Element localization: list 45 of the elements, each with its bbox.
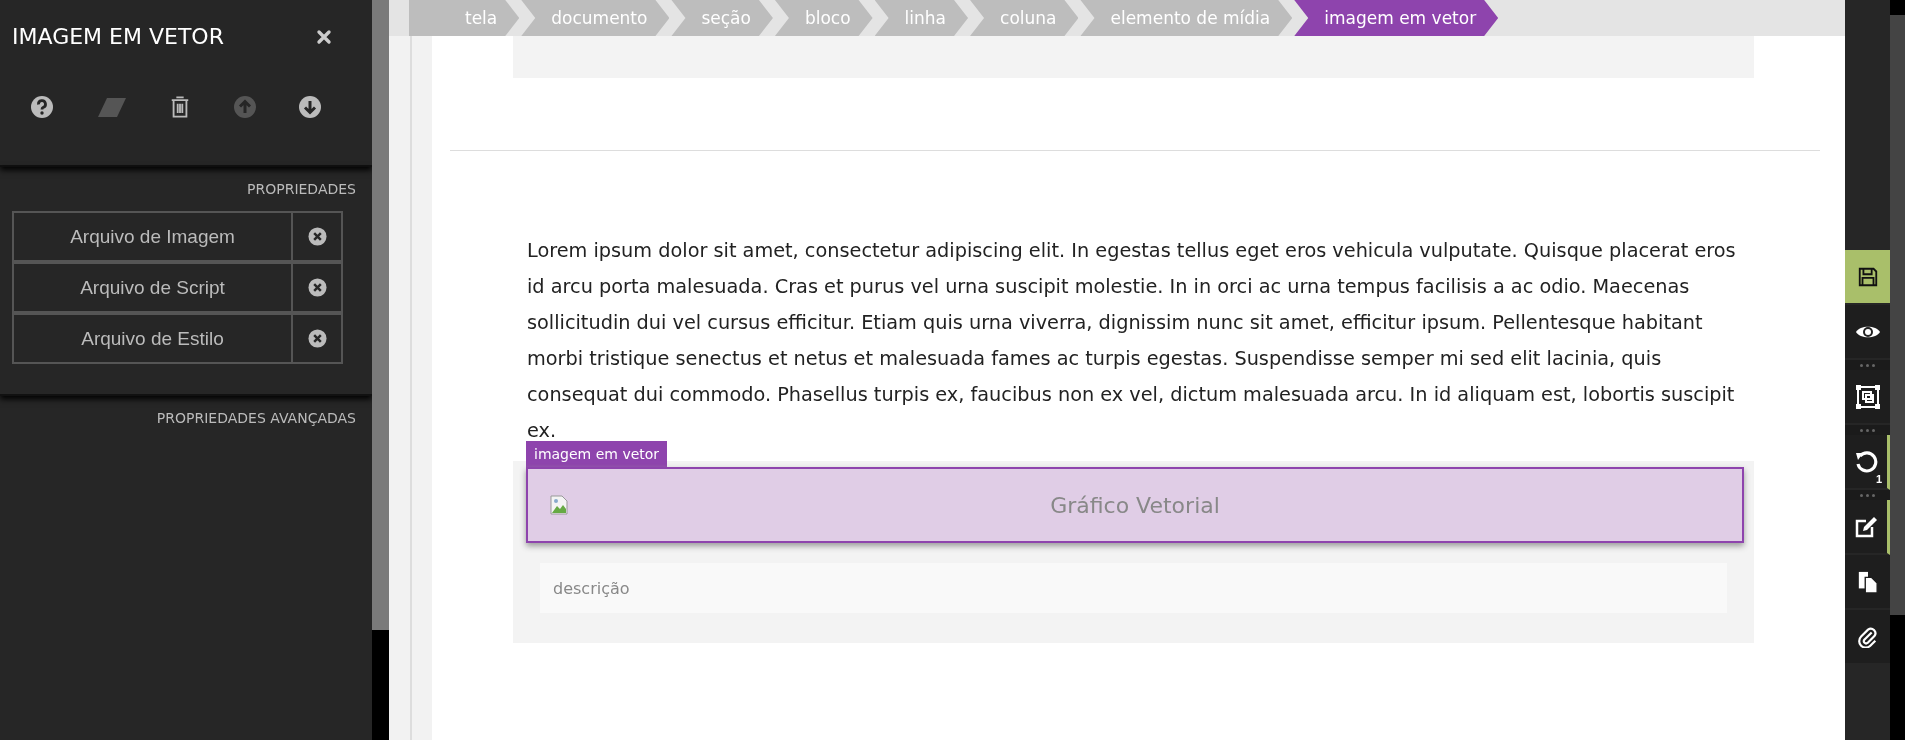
breadcrumb-item[interactable]: imagem em vetor bbox=[1294, 0, 1499, 36]
section-title: PROPRIEDADES AVANÇADAS bbox=[155, 410, 357, 426]
copy-icon bbox=[1856, 569, 1879, 594]
breadcrumb-item[interactable]: coluna bbox=[970, 0, 1079, 36]
edit-icon bbox=[1854, 514, 1878, 539]
breadcrumb-item[interactable]: documento bbox=[521, 0, 670, 36]
save-button[interactable] bbox=[1845, 250, 1890, 305]
property-button[interactable]: Arquivo de Estilo bbox=[12, 313, 293, 364]
paperclip-icon bbox=[1856, 625, 1879, 648]
undo-button[interactable]: 1 bbox=[1845, 435, 1890, 490]
breadcrumb-item[interactable]: bloco bbox=[774, 0, 873, 36]
remove-button[interactable] bbox=[293, 313, 343, 364]
arrow-down-icon[interactable] bbox=[298, 94, 322, 119]
property-button[interactable]: Arquivo de Imagem bbox=[12, 211, 293, 262]
attach-button[interactable] bbox=[1845, 610, 1890, 665]
close-icon[interactable] bbox=[316, 28, 332, 45]
element-tag: imagem em vetor bbox=[526, 441, 668, 467]
image-alt-text: Gráfico Vetorial bbox=[1049, 492, 1221, 518]
section-title: PROPRIEDADES bbox=[246, 181, 357, 197]
preview-button[interactable] bbox=[1845, 305, 1890, 360]
breadcrumb-item[interactable]: tela bbox=[409, 0, 520, 36]
vector-image-frame[interactable]: Gráfico Vetorial bbox=[526, 467, 1744, 543]
remove-button[interactable] bbox=[293, 211, 343, 262]
frame-button[interactable] bbox=[1845, 370, 1890, 425]
scrollbar-thumb[interactable] bbox=[372, 0, 389, 630]
edit-button[interactable] bbox=[1845, 500, 1890, 555]
help-icon[interactable] bbox=[30, 94, 54, 119]
description-field[interactable]: descrição bbox=[540, 563, 1727, 613]
remove-icon bbox=[307, 227, 327, 246]
frame-icon bbox=[1854, 383, 1881, 410]
remove-icon bbox=[307, 329, 327, 348]
breadcrumb-item[interactable]: seção bbox=[671, 0, 773, 36]
undo-count: 1 bbox=[1875, 473, 1882, 485]
broken-image-icon bbox=[550, 495, 568, 515]
breadcrumb-item[interactable]: linha bbox=[874, 0, 969, 36]
undo-icon bbox=[1854, 449, 1878, 474]
trash-icon[interactable] bbox=[169, 94, 191, 119]
panel-title: IMAGEM EM VETOR bbox=[12, 24, 224, 49]
remove-icon bbox=[307, 278, 327, 297]
scrollbar-thumb[interactable] bbox=[1890, 15, 1905, 615]
remove-button[interactable] bbox=[293, 262, 343, 313]
breadcrumb-item[interactable]: elemento de mídia bbox=[1080, 0, 1293, 36]
property-button[interactable]: Arquivo de Script bbox=[12, 262, 293, 313]
copy-button[interactable] bbox=[1845, 555, 1890, 610]
body-paragraph: Lorem ipsum dolor sit amet, consectetur adipiscing elit. In egestas tellus eget eros vehicula vulputate. Quisque placerat eros id arcu porta malesuada. Cras et purus vel urna suscipit molestie. In in orci ac urna tempus facilisis a ac odio. Maecenas sollicitudin dui vel cursus efficitur. Etiam quis urna viverra, dignissim nunc sit amet, efficitur ipsum. Pellentesque habitant morbi tristique senectus et netus et malesuada fames ac turpis egestas. Suspendisse semper mi sed elit lacinia, quis consequat dui commodo. Phasellus turpis ex, faucibus non ex vel, dictum malesuada arcu. In id aliquam est, lobortis suscipit ex. bbox=[527, 238, 1737, 444]
